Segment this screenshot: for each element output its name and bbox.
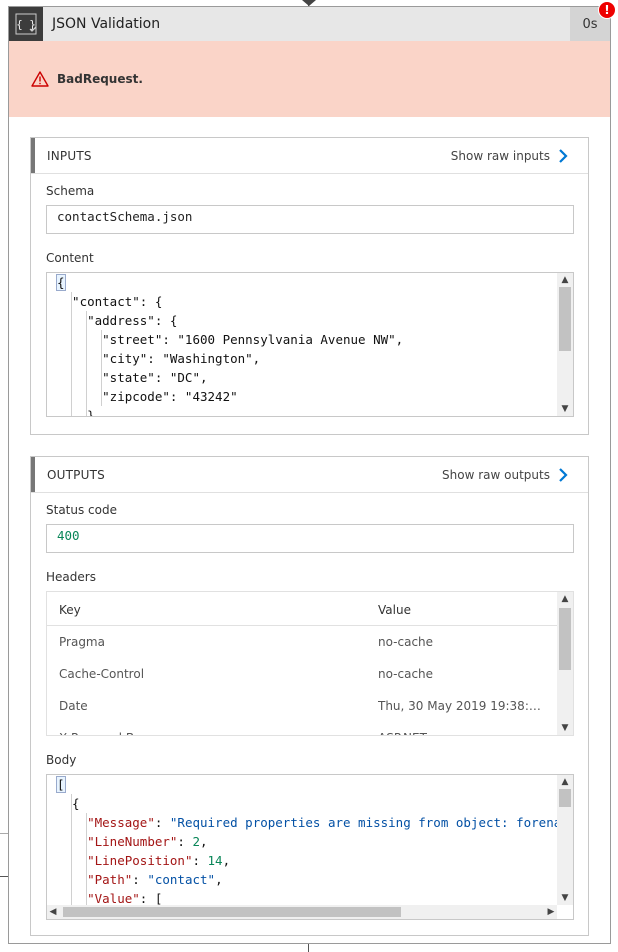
column-header-key: Key — [59, 602, 81, 617]
code-line: "Message": "Required properties are miss… — [87, 815, 557, 830]
svg-text:{ }: { } — [16, 18, 36, 31]
scroll-thumb[interactable] — [559, 287, 571, 351]
scroll-left-icon[interactable]: ◀ — [47, 905, 59, 919]
content-vertical-scrollbar[interactable]: ▲ ▼ — [557, 273, 573, 416]
scroll-right-icon[interactable]: ▶ — [545, 905, 557, 919]
body-code-viewer[interactable]: [ { "Message": "Required properties are … — [46, 774, 574, 920]
table-row[interactable]: X-Powered-By ASP.NET — [47, 722, 557, 735]
column-header-value: Value — [378, 602, 411, 617]
scroll-up-icon[interactable]: ▲ — [557, 273, 573, 287]
schema-label: Schema — [46, 184, 95, 198]
indent-guide — [71, 794, 72, 907]
body-horizontal-scrollbar[interactable]: ◀ ▶ — [47, 905, 557, 919]
code-line: "zipcode": "43242" — [57, 389, 238, 404]
error-banner: BadRequest. — [9, 41, 610, 117]
indent-guide — [86, 311, 87, 416]
code-line: { — [57, 796, 80, 811]
outputs-header: OUTPUTS Show raw outputs — [31, 457, 588, 493]
header-value-cell: no-cache — [378, 635, 434, 649]
header-key-cell: Pragma — [59, 635, 105, 649]
chevron-right-icon[interactable] — [556, 467, 570, 483]
show-raw-inputs-link[interactable]: Show raw inputs — [451, 149, 550, 163]
body-vertical-scrollbar[interactable]: ▲ ▼ — [557, 775, 573, 905]
headers-label: Headers — [46, 570, 96, 584]
code-line: } — [57, 408, 95, 417]
outputs-title: OUTPUTS — [47, 467, 105, 482]
header-key-cell: Date — [59, 699, 88, 713]
code-line: "LineNumber": 2, — [87, 834, 208, 849]
inputs-title: INPUTS — [47, 148, 92, 163]
warning-triangle-icon — [31, 71, 49, 87]
section-accent-bar — [31, 457, 35, 492]
indent-guide — [71, 292, 72, 416]
content-code: { "contact": { "address": { "street": "1… — [47, 273, 557, 417]
code-line: { — [56, 274, 66, 291]
code-line: "address": { — [57, 313, 178, 328]
code-line: "Value": [ — [87, 891, 163, 905]
scroll-thumb[interactable] — [559, 608, 571, 670]
scroll-up-icon[interactable]: ▲ — [557, 775, 573, 789]
content-label: Content — [46, 251, 94, 265]
scroll-down-icon[interactable]: ▼ — [557, 402, 573, 416]
code-line: "state": "DC", — [57, 370, 208, 385]
headers-vertical-scrollbar[interactable]: ▲ ▼ — [557, 592, 573, 735]
code-line: "contact": { — [57, 294, 163, 309]
action-title: JSON Validation — [52, 16, 161, 32]
outputs-section: OUTPUTS Show raw outputs Status code 400… — [30, 456, 589, 936]
schema-field[interactable]: contactSchema.json — [46, 205, 574, 234]
scroll-thumb[interactable] — [63, 907, 401, 917]
show-raw-outputs-link[interactable]: Show raw outputs — [442, 468, 550, 482]
headers-table[interactable]: Key Value Pragma no-cache Cache-Control no-ca… — [46, 591, 574, 736]
chevron-right-icon[interactable] — [556, 148, 570, 164]
status-code-field[interactable]: 400 — [46, 524, 574, 553]
header-key-cell: X-Powered-By — [59, 731, 141, 735]
json-braces-icon: { } — [9, 7, 43, 41]
code-line: [ — [56, 776, 66, 793]
code-line: "LinePosition": 14, — [87, 853, 231, 868]
indent-guide — [101, 330, 102, 406]
table-row[interactable]: Pragma no-cache — [47, 626, 557, 658]
error-message: BadRequest. — [57, 72, 143, 86]
error-indicator-icon: ! — [598, 1, 616, 19]
code-line: "city": "Washington", — [57, 351, 261, 366]
action-card: { } JSON Validation 0s ! BadRequest. INP… — [8, 1, 616, 944]
scroll-down-icon[interactable]: ▼ — [557, 891, 573, 905]
bottom-connector-line — [308, 944, 309, 952]
header-value-cell: Thu, 30 May 2019 19:38:00 GMT — [378, 699, 548, 713]
indent-guide — [86, 813, 87, 907]
scroll-thumb[interactable] — [559, 789, 571, 807]
code-line: "Path": "contact", — [87, 872, 223, 887]
inputs-section: INPUTS Show raw inputs Schema contactSch… — [30, 137, 589, 435]
header-value-cell: no-cache — [378, 667, 434, 681]
action-header[interactable]: { } JSON Validation 0s — [9, 7, 610, 41]
header-value-cell: ASP.NET — [378, 731, 548, 735]
table-row[interactable]: Date Thu, 30 May 2019 19:38:00 GMT — [47, 690, 557, 722]
headers-table-header: Key Value — [47, 594, 557, 626]
body-label: Body — [46, 753, 77, 767]
content-code-viewer[interactable]: { "contact": { "address": { "street": "1… — [46, 272, 574, 417]
scroll-up-icon[interactable]: ▲ — [557, 592, 573, 606]
section-accent-bar — [31, 138, 35, 173]
code-line: "street": "1600 Pennsylvania Avenue NW", — [57, 332, 404, 347]
header-key-cell: Cache-Control — [59, 667, 145, 681]
scroll-down-icon[interactable]: ▼ — [557, 721, 573, 735]
table-row[interactable]: Cache-Control no-cache — [47, 658, 557, 690]
body-code: [ { "Message": "Required properties are … — [47, 775, 557, 905]
status-code-label: Status code — [46, 503, 117, 517]
inputs-header: INPUTS Show raw inputs — [31, 138, 588, 174]
